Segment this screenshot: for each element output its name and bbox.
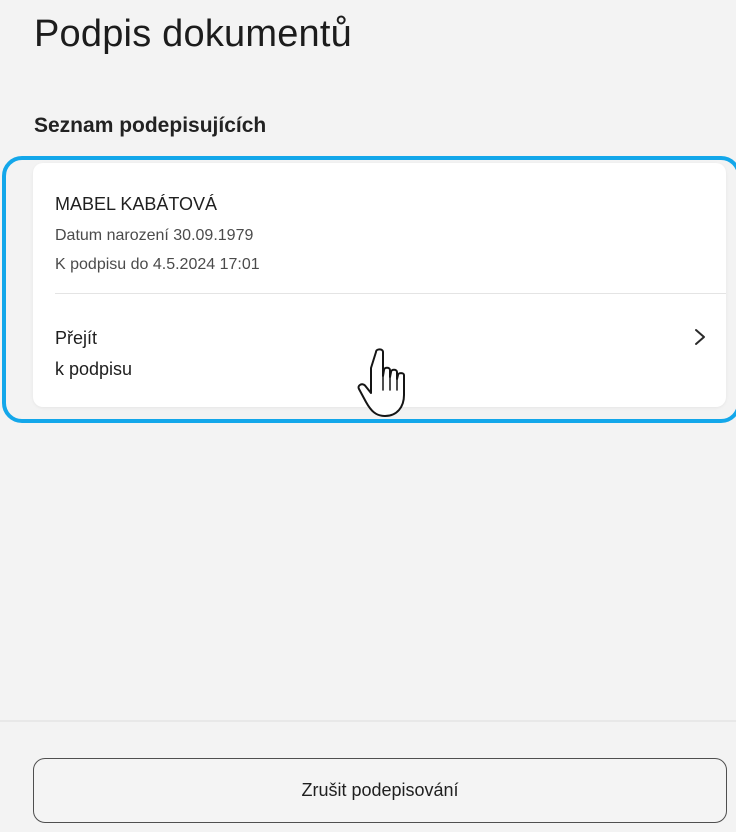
card-divider	[55, 293, 726, 294]
go-to-sign-label-line-2: k podpisu	[55, 359, 133, 379]
go-to-sign-label-line-1: Přejít	[55, 328, 98, 348]
go-to-sign-link[interactable]: Přejít k podpisu	[55, 318, 715, 388]
signers-section-title: Seznam podepisujících	[34, 114, 267, 137]
document-signing-screen: Podpis dokumentů Seznam podepisujících M…	[0, 0, 741, 832]
footer-divider	[0, 720, 736, 722]
signer-name: MABEL KABÁTOVÁ	[55, 194, 218, 214]
signer-birth-date: Datum narození 30.09.1979	[55, 227, 254, 244]
page-title: Podpis dokumentů	[34, 13, 352, 55]
chevron-right-icon	[695, 329, 705, 345]
right-edge-margin	[736, 0, 741, 832]
signer-card: MABEL KABÁTOVÁ Datum narození 30.09.1979…	[33, 163, 726, 407]
signer-signing-deadline: K podpisu do 4.5.2024 17:01	[55, 256, 260, 273]
cancel-signing-button[interactable]: Zrušit podepisování	[33, 758, 727, 823]
